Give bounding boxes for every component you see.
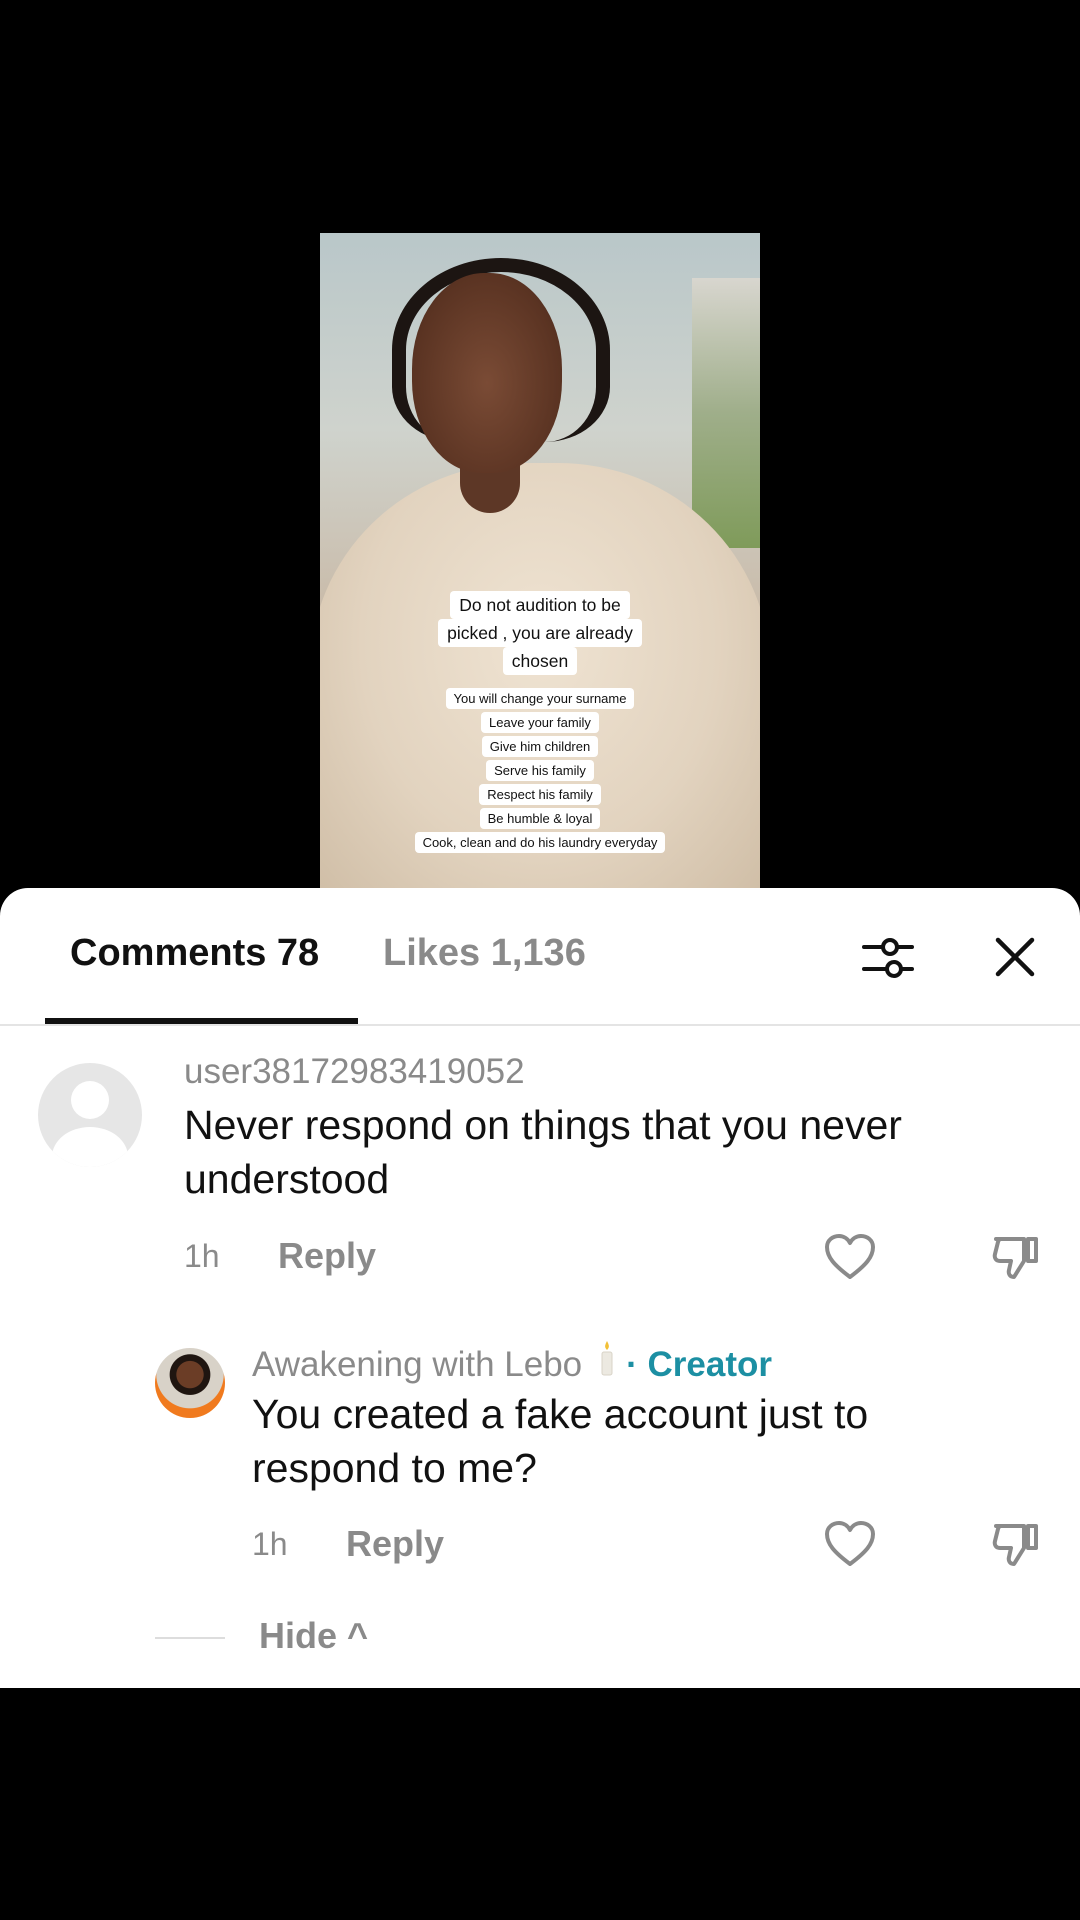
caption-list: You will change your surname Leave your …: [320, 685, 760, 853]
comment-time: 1h: [252, 1526, 288, 1562]
caption-line: Respect his family: [479, 784, 601, 805]
comments-sheet: Comments 78 Likes 1,136 user381729834190…: [0, 888, 1080, 1688]
comment-text: You created a fake account just to: [252, 1391, 869, 1437]
caption-line: Be humble & loyal: [479, 808, 601, 829]
comment-username-row: Awakening with Lebo · Creator: [252, 1340, 772, 1385]
close-icon[interactable]: [990, 932, 1040, 982]
reply-button[interactable]: Reply: [278, 1235, 376, 1277]
caption-line: Do not audition to be: [450, 591, 630, 619]
creator-badge: · Creator: [626, 1345, 773, 1384]
filter-icon[interactable]: [860, 930, 916, 986]
caption-line: Give him children: [481, 736, 599, 757]
face-shape: [412, 273, 562, 473]
comment-text: Never respond on things that you never: [184, 1102, 902, 1148]
video-frame[interactable]: Do not audition to be picked , you are a…: [320, 233, 760, 888]
caption-line: chosen: [502, 647, 578, 675]
caption-line: You will change your surname: [445, 688, 635, 709]
creator-avatar[interactable]: [155, 1348, 225, 1418]
heart-icon[interactable]: [824, 1233, 876, 1281]
comment-username[interactable]: user38172983419052: [184, 1052, 525, 1092]
comment-username[interactable]: Awakening with Lebo: [252, 1345, 582, 1384]
heart-icon[interactable]: [824, 1520, 876, 1568]
caption-line: picked , you are already: [438, 619, 642, 647]
tab-active-indicator: [45, 1018, 358, 1024]
caption-line: Serve his family: [486, 760, 594, 781]
tab-likes[interactable]: Likes 1,136: [383, 932, 586, 975]
default-avatar-icon[interactable]: [38, 1063, 142, 1167]
comment-text: understood: [184, 1156, 390, 1202]
hide-replies-button[interactable]: Hide ^: [259, 1615, 368, 1657]
tab-bar: Comments 78 Likes 1,136: [0, 888, 1080, 1026]
wall-poster: [692, 278, 760, 548]
caption-main: Do not audition to be picked , you are a…: [320, 591, 760, 675]
caption-line: Cook, clean and do his laundry everyday: [414, 832, 666, 853]
dislike-icon[interactable]: [990, 1520, 1042, 1568]
caption-line: Leave your family: [481, 712, 599, 733]
reply-button[interactable]: Reply: [346, 1523, 444, 1565]
comment-time: 1h: [184, 1238, 220, 1274]
tab-comments[interactable]: Comments 78: [70, 932, 319, 975]
candle-icon: [600, 1340, 614, 1376]
dislike-icon[interactable]: [990, 1233, 1042, 1281]
divider: [155, 1637, 225, 1639]
comment-text: respond to me?: [252, 1445, 537, 1491]
